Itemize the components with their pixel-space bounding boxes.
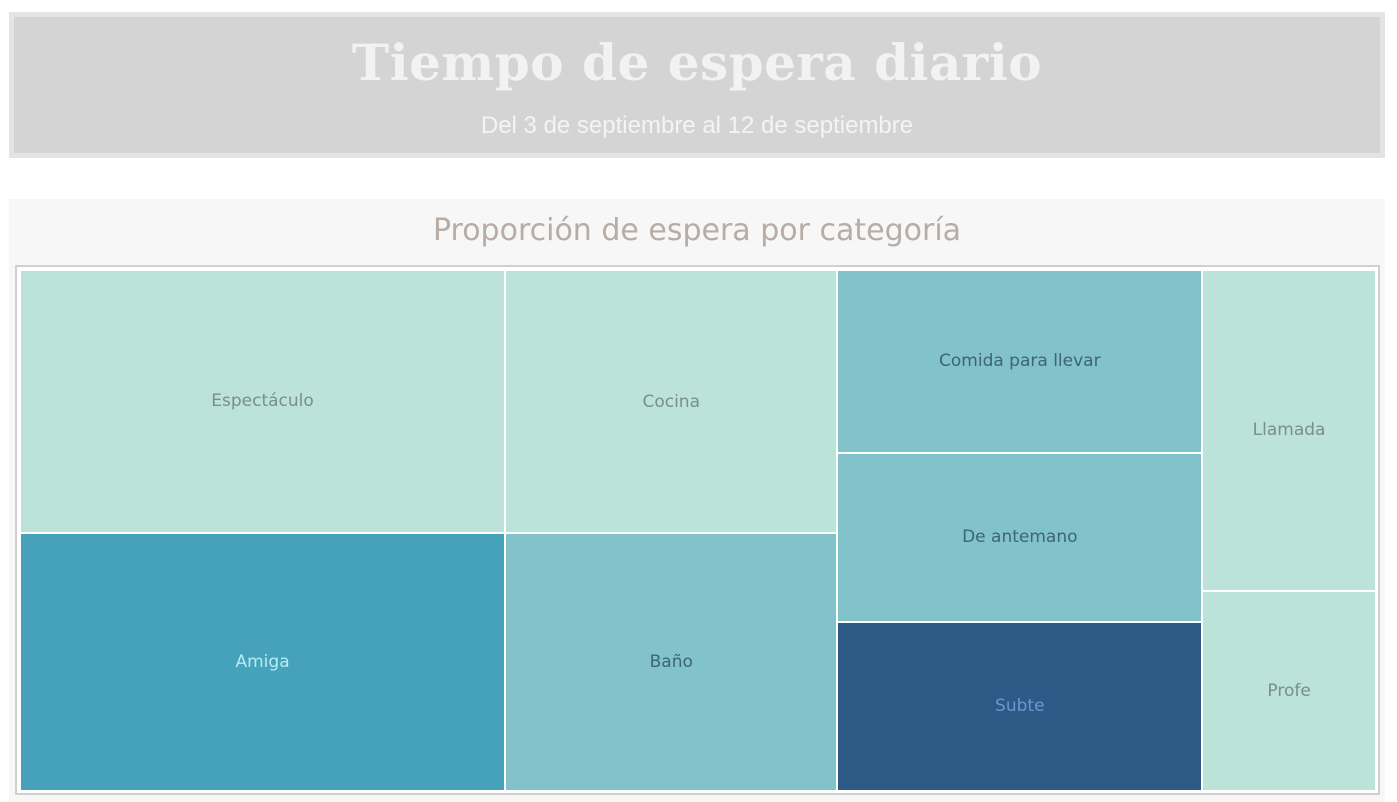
treemap-cell-comida-para-llevar[interactable]: Comida para llevar bbox=[837, 270, 1203, 453]
treemap-cell-subte[interactable]: Subte bbox=[837, 621, 1203, 791]
treemap-cell-llamada[interactable]: Llamada bbox=[1202, 270, 1376, 591]
treemap-cell-profe[interactable]: Profe bbox=[1202, 590, 1376, 791]
treemap-cell-label: Baño bbox=[649, 652, 693, 673]
dashboard-subtitle: Del 3 de septiembre al 12 de septiembre bbox=[480, 112, 914, 139]
treemap-cell-cocina[interactable]: Cocina bbox=[505, 270, 838, 534]
treemap-chart: Espectáculo Amiga Cocina Baño Comida para ll… bbox=[20, 270, 1376, 791]
treemap-cell-amiga[interactable]: Amiga bbox=[20, 532, 506, 791]
treemap-cell-de-antemano[interactable]: De antemano bbox=[837, 452, 1203, 622]
chart-title: Proporción de espera por categoría bbox=[432, 213, 962, 248]
treemap-cell-label: Subte bbox=[995, 696, 1045, 717]
treemap-cell-label: Llamada bbox=[1252, 420, 1326, 441]
treemap-cell-label: Comida para llevar bbox=[939, 351, 1101, 372]
treemap-cell-label: De antemano bbox=[962, 527, 1078, 548]
dashboard-title: Tiempo de espera diario bbox=[351, 33, 1043, 92]
treemap-cell-espectáculo[interactable]: Espectáculo bbox=[20, 270, 506, 533]
treemap-cell-label: Profe bbox=[1267, 680, 1311, 701]
treemap-cell-label: Amiga bbox=[235, 651, 290, 672]
treemap-cell-baño[interactable]: Baño bbox=[505, 533, 838, 791]
treemap-cell-label: Espectáculo bbox=[211, 391, 314, 412]
treemap-cell-label: Cocina bbox=[642, 391, 701, 412]
dashboard-header: Tiempo de espera diario Del 3 de septiem… bbox=[9, 12, 1385, 158]
